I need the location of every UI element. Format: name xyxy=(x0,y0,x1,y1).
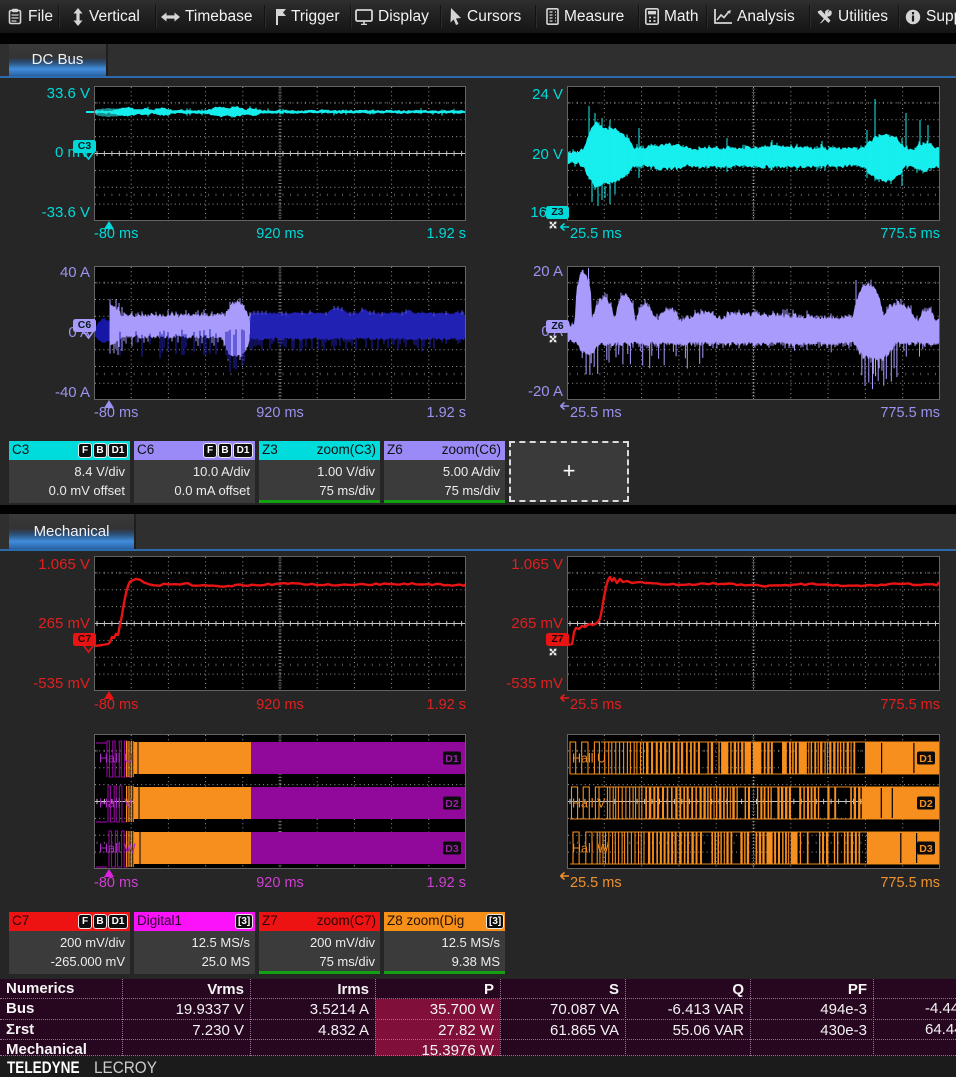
svg-text:D1: D1 xyxy=(445,753,459,765)
svg-text:Hall U: Hall U xyxy=(572,752,606,766)
svg-text:Hall W: Hall W xyxy=(572,842,609,856)
svg-text:Hall V: Hall V xyxy=(572,797,606,811)
svg-text:D3: D3 xyxy=(445,843,459,855)
svg-text:D2: D2 xyxy=(445,798,459,810)
svg-text:Hall V: Hall V xyxy=(99,797,133,811)
svg-text:D2: D2 xyxy=(919,798,933,810)
svg-text:D1: D1 xyxy=(919,753,933,765)
svg-text:D3: D3 xyxy=(919,843,933,855)
svg-text:Hall W: Hall W xyxy=(99,842,136,856)
svg-text:Hall U: Hall U xyxy=(99,752,133,766)
